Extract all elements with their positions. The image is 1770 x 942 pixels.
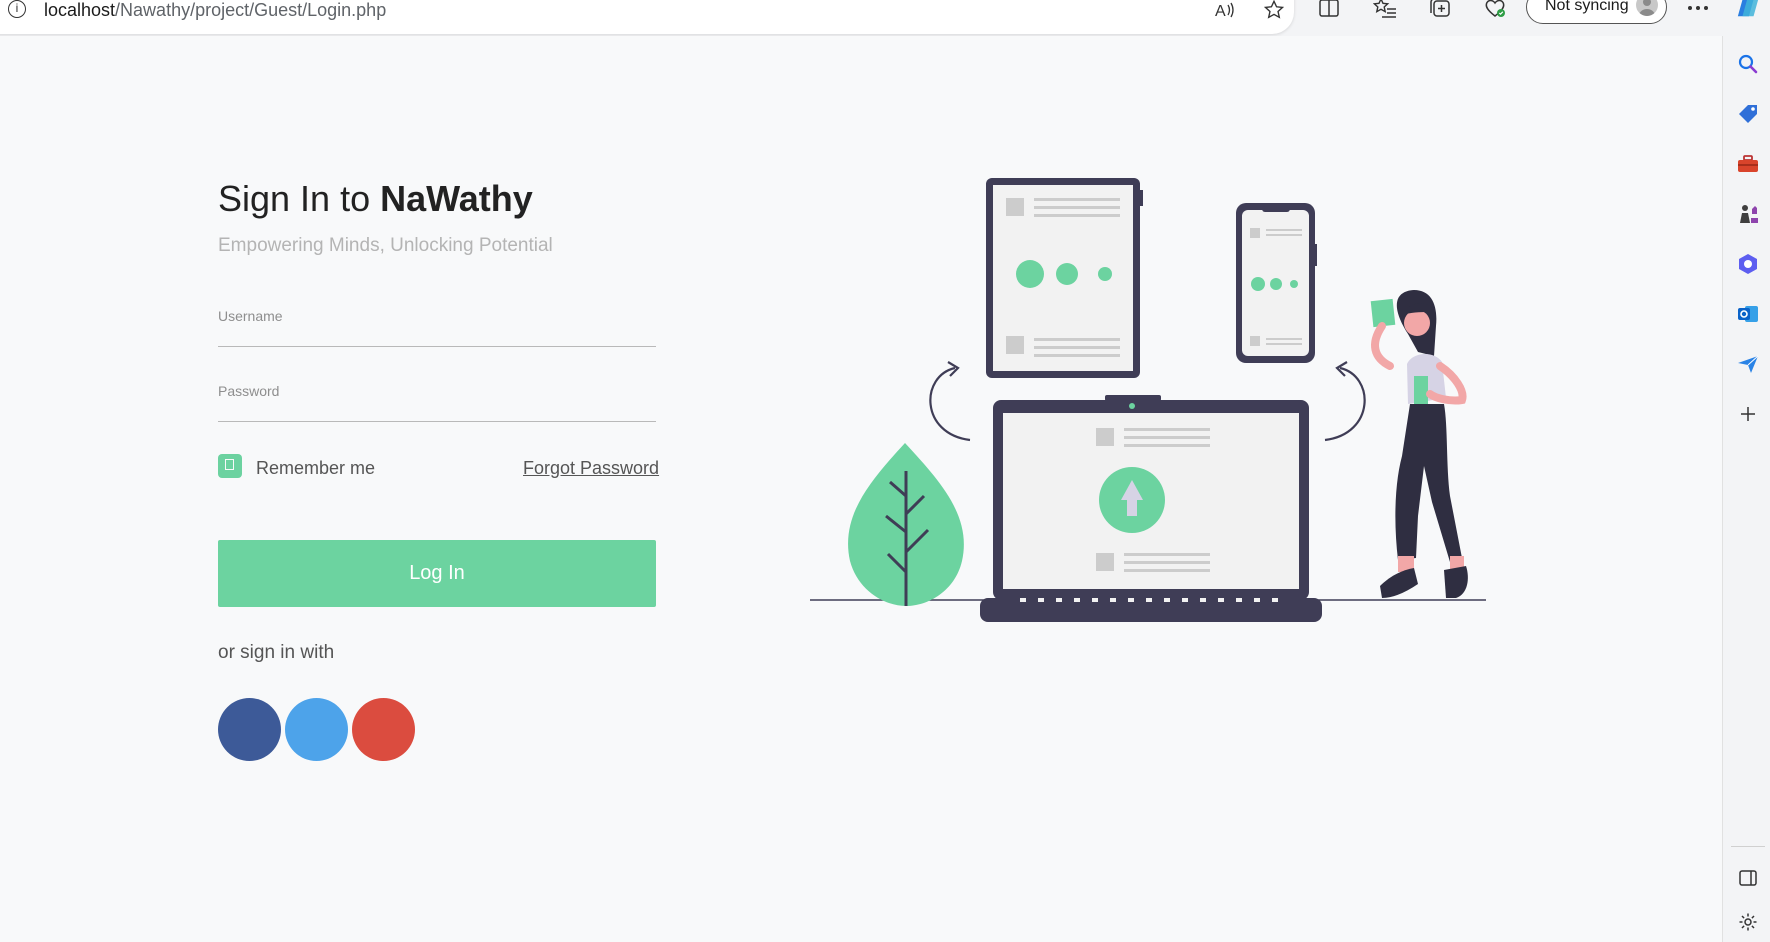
login-button[interactable]: Log In <box>218 540 656 607</box>
favorite-star-icon[interactable] <box>1262 0 1286 22</box>
info-icon[interactable]: i <box>8 0 26 18</box>
page-title: Sign In to NaWathy <box>218 178 533 220</box>
url-text[interactable]: localhost/Nawathy/project/Guest/Login.ph… <box>44 0 386 21</box>
password-input[interactable] <box>218 361 656 421</box>
browser-sidebar <box>1722 36 1770 942</box>
favorites-icon[interactable] <box>1373 0 1397 20</box>
games-icon[interactable] <box>1736 202 1760 226</box>
add-icon[interactable] <box>1736 402 1760 426</box>
tools-icon[interactable] <box>1736 152 1760 176</box>
hide-sidebar-icon[interactable] <box>1736 866 1760 890</box>
browser-toolbar: i localhost/Nawathy/project/Guest/Login.… <box>0 0 1770 36</box>
google-login-button[interactable] <box>352 698 415 761</box>
split-screen-icon[interactable] <box>1317 0 1341 20</box>
profile-avatar-icon <box>1636 0 1658 16</box>
title-prefix: Sign In to <box>218 178 381 219</box>
sync-status-button[interactable]: Not syncing <box>1526 0 1667 24</box>
settings-gear-icon[interactable] <box>1736 910 1760 934</box>
username-input[interactable] <box>218 286 656 346</box>
facebook-login-button[interactable] <box>218 698 281 761</box>
outlook-icon[interactable] <box>1736 302 1760 326</box>
phone-icon <box>1236 203 1317 363</box>
plant-icon <box>848 443 964 606</box>
twitter-login-button[interactable] <box>285 698 348 761</box>
username-field[interactable] <box>218 286 656 347</box>
copilot-icon[interactable] <box>1736 0 1760 20</box>
laptop-icon <box>980 395 1322 622</box>
remember-me-label: Remember me <box>256 458 376 478</box>
woman-figure-icon <box>1370 290 1468 598</box>
devices-illustration <box>810 178 1486 622</box>
arrow-right-icon <box>1324 366 1366 442</box>
tablet-icon <box>986 178 1143 378</box>
read-aloud-icon[interactable]: A <box>1213 0 1237 22</box>
send-icon[interactable] <box>1736 352 1760 376</box>
arrow-left-icon <box>929 366 971 442</box>
shopping-tag-icon[interactable] <box>1736 102 1760 126</box>
svg-text:A: A <box>1215 3 1226 19</box>
url-path: /Nawathy/project/Guest/Login.php <box>115 0 387 20</box>
sidebar-divider <box>1731 846 1765 847</box>
office-icon[interactable] <box>1736 252 1760 276</box>
url-host: localhost <box>44 0 116 20</box>
sync-label: Not syncing <box>1545 0 1629 14</box>
forgot-password-link[interactable]: Forgot Password <box>523 458 659 479</box>
or-sign-in-label: or sign in with <box>218 642 335 663</box>
login-page: Sign In to NaWathy Empowering Minds, Unl… <box>0 36 1722 942</box>
more-options-icon[interactable] <box>1686 0 1710 20</box>
collections-icon[interactable] <box>1428 0 1452 20</box>
address-bar[interactable]: i localhost/Nawathy/project/Guest/Login.… <box>0 0 1294 34</box>
remember-me-checkbox[interactable] <box>218 454 242 478</box>
page-subtitle: Empowering Minds, Unlocking Potential <box>218 235 553 256</box>
password-field[interactable] <box>218 361 656 422</box>
search-icon[interactable] <box>1736 52 1760 76</box>
brand-name: NaWathy <box>380 178 533 219</box>
browser-essentials-icon[interactable] <box>1483 0 1507 20</box>
